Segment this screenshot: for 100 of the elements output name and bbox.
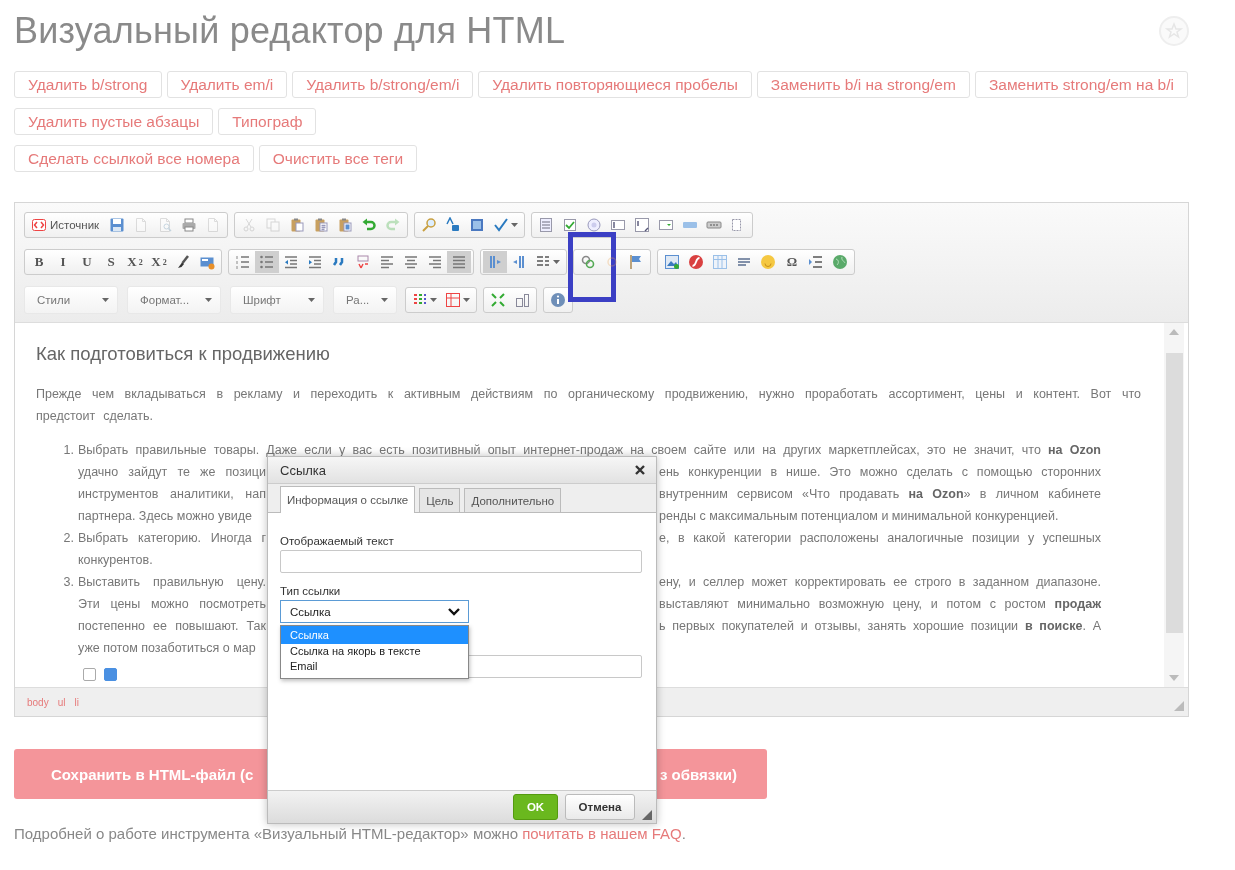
action-button[interactable]: Сделать ссылкой все номера [14, 145, 254, 172]
toolbar-button[interactable]: S [99, 251, 123, 273]
text-line: уже потом позаботиться о мар [78, 640, 257, 657]
dropdown-option[interactable]: Ссылка на якорь в тексте [281, 644, 468, 659]
brush-icon [175, 254, 191, 270]
copy-icon [265, 217, 282, 233]
dialog-title: Ссылка [280, 462, 327, 478]
toolbar-button[interactable]: Ω [780, 251, 804, 273]
content-heading: Как подготовиться к продвижению [36, 343, 331, 365]
numbered-list-icon [235, 254, 251, 270]
path-link[interactable]: body [27, 696, 49, 708]
action-button[interactable]: Очистить все теги [258, 145, 418, 172]
caret-icon [463, 298, 470, 302]
checkbox[interactable] [104, 668, 117, 681]
align-justify-icon [451, 254, 467, 270]
form-icon [538, 217, 555, 233]
grid-icon [445, 292, 461, 308]
text-line: ь первых покупателей и отзывы, занять хорошие позиции в поиске. А [659, 618, 1101, 635]
action-button[interactable]: Удалить b/strong/em/i [292, 71, 474, 98]
text-line: партнера. Здесь можно увиде [78, 508, 254, 525]
resize-grip-icon [642, 810, 652, 820]
action-button[interactable]: Типограф [218, 108, 317, 135]
globe-icon [832, 254, 848, 270]
tab[interactable]: Дополнительно [464, 488, 562, 512]
dropdown[interactable]: Шрифт [230, 286, 324, 314]
action-button[interactable]: Удалить пустые абзацы [14, 108, 214, 135]
action-button[interactable]: Удалить b/strong [14, 71, 162, 98]
clipboard-text-icon [313, 217, 330, 233]
bullet-list-icon [259, 254, 275, 270]
expand-arrows-icon [490, 292, 506, 308]
caret-icon [205, 298, 212, 302]
input-field[interactable] [280, 550, 642, 573]
left-to-right-icon [487, 254, 503, 270]
smiley-icon [760, 254, 776, 270]
link-icon [580, 254, 596, 270]
text-line: выставляют минимально возможную цену, и потом с ростом продаж [659, 596, 1101, 613]
image-icon [664, 254, 680, 270]
list-number: 3. [62, 574, 75, 591]
path-link[interactable]: ul [57, 696, 66, 708]
checkbox[interactable] [83, 668, 96, 681]
close-button[interactable] [634, 464, 646, 476]
scroll-up-icon [1169, 329, 1179, 335]
redo-arrow-icon [385, 217, 402, 233]
toolbar-button[interactable]: U [75, 251, 99, 273]
text-area-icon [634, 217, 651, 233]
tab[interactable]: Информация о ссылке [280, 486, 416, 513]
check-mark-icon [493, 217, 510, 233]
flash-icon [688, 254, 704, 270]
caret-icon [308, 298, 315, 302]
align-left-icon [379, 254, 395, 270]
clipboard-page-icon [337, 217, 354, 233]
align-center-icon [403, 254, 419, 270]
clipboard-icon [289, 217, 306, 233]
align-right-icon [427, 254, 443, 270]
text-line: ену, и селлер может корректировать ее строго в заданном диапазоне. [659, 574, 1101, 591]
dropdown[interactable]: Стили [24, 286, 118, 314]
dropdown[interactable]: Формат... [127, 286, 221, 314]
table-icon [712, 254, 728, 270]
indent-icon [307, 254, 323, 270]
dropdown-option[interactable]: Ссылка [281, 626, 468, 644]
select-field-icon [658, 217, 675, 233]
caret-icon [430, 298, 437, 302]
dropdown-option[interactable]: Email [281, 659, 468, 674]
ring-icon [604, 254, 620, 270]
code-icon [31, 217, 47, 233]
tab[interactable]: Цель [419, 488, 461, 512]
toolbar-button[interactable]: B [27, 251, 51, 273]
action-button[interactable]: Заменить b/i на strong/em [756, 71, 970, 98]
scrollbar-thumb[interactable] [1165, 353, 1183, 633]
div-icon [355, 254, 371, 270]
action-button[interactable]: Удалить em/i [166, 71, 288, 98]
scrollbar[interactable] [1164, 323, 1184, 687]
ok-button[interactable]: OK [513, 794, 558, 820]
search-icon [421, 217, 438, 233]
dropdown[interactable]: Ра... [333, 286, 397, 314]
faq-sentence: Подробней о работе инструмента «Визуальный HTML-редактор» можно почитать в нашем FAQ. [14, 825, 687, 842]
toolbar-button[interactable]: Источник [27, 214, 106, 236]
field-label: Тип ссылки [280, 585, 342, 597]
select-all-icon [469, 217, 486, 233]
text-line: Выставить правильную цену. [78, 574, 266, 591]
list-number: 2. [62, 530, 75, 547]
path-link[interactable]: li [74, 696, 79, 708]
action-button[interactable]: Удалить повторяющиеся пробелы [478, 71, 752, 98]
caret-icon [102, 298, 109, 302]
text-line: инструментов аналитики, нап [78, 486, 266, 503]
select-field[interactable]: Ссылка [280, 600, 469, 623]
replace-icon [445, 217, 462, 233]
action-button[interactable]: Заменить strong/em на b/i [974, 71, 1188, 98]
list-number: 1. [62, 442, 75, 459]
text-line: Эти цены можно посмотреть [78, 596, 266, 613]
toolbar-button[interactable]: I [51, 251, 75, 273]
text-line: внутренним сервисом «Что продавать на Ozon» в личном кабинете [659, 486, 1101, 503]
text-line: удачно зайдут те же позици [78, 464, 266, 481]
page-title: Визуальный редактор для HTML [14, 10, 566, 52]
caret-icon [511, 223, 519, 227]
printer-icon [181, 217, 198, 233]
chevron-icon [448, 607, 460, 616]
cancel-button[interactable]: Отмена [565, 794, 635, 820]
text-line: е, в какой категории расположены аналогичные позиции у успешных [659, 530, 1101, 547]
faq-link[interactable]: почитать в нашем FAQ [522, 825, 682, 842]
